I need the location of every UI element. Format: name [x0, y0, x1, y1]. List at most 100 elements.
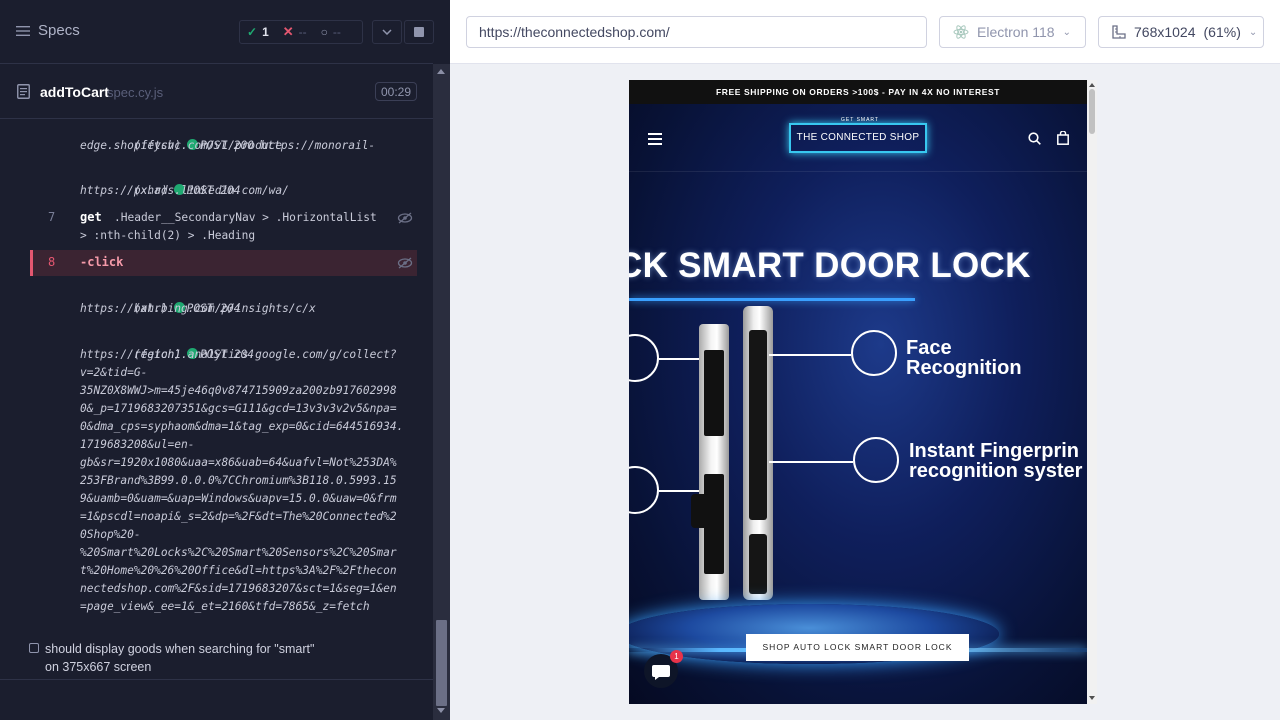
log-entry-url-line: nectedshop.com%2F&sid=1719683207&sct=1&s… [80, 582, 397, 595]
announcement-bar: FREE SHIPPING ON ORDERS >100$ - PAY IN 4… [629, 80, 1087, 104]
reporter-panel: Specs ✓ 1 ✕ -- ○ -- addToCart spec.cy.js… [0, 0, 450, 720]
specs-label: Specs [38, 22, 80, 39]
log-entry-url-line: 0&_p=1719683207351&gcs=G111&gcd=13v3v3v2… [80, 402, 397, 415]
chat-unread-badge: 1 [670, 650, 683, 663]
lock-handle [691, 494, 709, 528]
stop-button[interactable] [404, 20, 434, 44]
lock-panel [749, 330, 767, 520]
eye-off-icon [397, 212, 413, 224]
test-title[interactable]: should display goods when searching for … [45, 640, 425, 676]
app-under-test-panel: https://theconnectedshop.com/ Electron 1… [450, 0, 1280, 720]
browser-name: Electron 118 [977, 24, 1055, 40]
chevron-down-icon: ⌄ [1248, 26, 1258, 38]
logo-tagline: GET SMART [841, 117, 879, 123]
chevron-down-icon: ⌄ [1062, 26, 1071, 38]
reporter-scrollbar[interactable] [433, 64, 450, 720]
failed-stat[interactable]: ✕ -- [276, 24, 314, 40]
viewport-scale: (61%) [1203, 24, 1241, 40]
file-icon [17, 84, 30, 99]
spec-timer: 00:29 [375, 82, 417, 101]
log-entry-url-line: t%20Home%20%26%20Office&dl=https%3A%2F%2… [80, 564, 397, 577]
log-entry-url: https://px.ads.linkedin.com/wa/ [80, 184, 289, 197]
viewport-size: 768x1024 [1134, 24, 1196, 40]
feature-face-line2: Recognition [906, 357, 1022, 379]
command-selector-cont: > :nth-child(2) > .Heading [80, 229, 256, 242]
log-entry-url-line: %20Smart%20Locks%2C%20Smart%20Sensors%2C… [80, 546, 397, 559]
key-feature-icon [629, 466, 659, 514]
scrollbar-thumb[interactable] [436, 620, 447, 706]
stop-icon [414, 27, 424, 37]
scrollbar-thumb[interactable] [1089, 89, 1095, 134]
feature-face-line1: Face [906, 337, 952, 359]
specs-toggle-button[interactable]: Specs [16, 22, 80, 39]
cart-icon[interactable] [1057, 131, 1069, 145]
check-icon: ✓ [247, 25, 258, 39]
spec-name: addToCart [40, 84, 109, 100]
test-title-line2: on 375x667 screen [45, 660, 152, 674]
fingerprint-icon [853, 437, 899, 483]
log-entry-url-line: 1719683208&ul=en- [80, 438, 195, 451]
failed-count: -- [298, 25, 307, 39]
command-row-click[interactable]: 8 -click [30, 250, 417, 276]
scroll-up-arrow-icon[interactable] [1089, 83, 1095, 87]
log-entry-url-line: 0&dma_cps=syphaom&dma=1&tag_exp=0&cid=64… [80, 420, 404, 433]
website-frame: FREE SHIPPING ON ORDERS >100$ - PAY IN 4… [629, 80, 1097, 704]
face-recognition-icon [851, 330, 897, 376]
door-lock-image [743, 306, 773, 600]
shop-cta-button[interactable]: SHOP AUTO LOCK SMART DOOR LOCK [746, 634, 969, 661]
url-input[interactable]: https://theconnectedshop.com/ [466, 16, 927, 48]
pending-stat[interactable]: ○ -- [314, 25, 348, 39]
door-lock-image [699, 324, 729, 600]
log-entry-url: https://bat.bing.com/p/insights/c/x [80, 302, 316, 315]
lock-panel [704, 350, 724, 436]
log-entry-url-line: https://region1.analytics.google.com/g/c… [80, 348, 397, 361]
log-entry-url-line: =1&pscdl=noapi&_s=2&dp=%2F&dt=The%20Conn… [80, 510, 397, 523]
pending-count: -- [332, 25, 341, 39]
log-entry-url-line: 35NZ0X8WWJ>m=45je46q0v874715909za200zb91… [80, 384, 397, 397]
log-entry-url-line: 253FBrand%3B99.0.0.0%7CChromium%3B118.0.… [80, 474, 397, 487]
passed-stat[interactable]: ✓ 1 [240, 25, 276, 39]
site-logo[interactable]: GET SMART THE CONNECTED SHOP [789, 117, 927, 153]
scroll-down-arrow-icon[interactable] [437, 708, 445, 713]
scroll-down-arrow-icon[interactable] [1089, 696, 1095, 700]
electron-icon [953, 25, 969, 39]
browser-selector[interactable]: Electron 118 ⌄ [939, 16, 1086, 48]
aut-toolbar: https://theconnectedshop.com/ Electron 1… [450, 0, 1280, 64]
website-scrollbar[interactable] [1087, 80, 1097, 704]
ruler-icon [1112, 25, 1126, 39]
command-name: get [80, 210, 102, 224]
test-stats: ✓ 1 ✕ -- ○ -- [239, 20, 363, 44]
command-log: (fetch) POST 200 https://monorail- edge.s… [30, 119, 417, 621]
viewport-selector[interactable]: 768x1024 (61%) ⌄ [1098, 16, 1264, 48]
hero-section: GET SMART THE CONNECTED SHOP CK SMART DO… [629, 104, 1087, 704]
hero-title-underline [629, 298, 915, 301]
command-number: 8 [48, 255, 56, 269]
hero-title: CK SMART DOOR LOCK [629, 246, 1031, 285]
hamburger-menu-icon[interactable] [648, 133, 662, 148]
log-entry-url-line: 9&uamb=0&uam=&uap=Windows&uapv=15.0.0&ua… [80, 492, 397, 505]
eye-off-icon [397, 257, 413, 269]
log-entry-url: edge.shopifysvc.com/v1/produce [80, 139, 283, 152]
collapse-all-button[interactable] [372, 20, 402, 44]
log-entry-url-line: 0Shop%20- [80, 528, 141, 541]
connector-line [769, 461, 853, 463]
connector-line [659, 490, 699, 492]
scroll-up-arrow-icon[interactable] [437, 69, 445, 74]
command-name: -click [80, 255, 124, 269]
command-row-get[interactable]: 7 get .Header__SecondaryNav > .Horizonta… [30, 209, 417, 247]
search-icon[interactable] [1028, 132, 1041, 145]
log-entry-url-line: gb&sr=1920x1080&uaa=x86&uab=64&uafvl=Not… [80, 456, 397, 469]
list-icon [16, 25, 30, 36]
connector-line [769, 354, 851, 356]
feature-fingerprint-line1: Instant Fingerprin [909, 440, 1079, 462]
chevron-down-icon [382, 29, 392, 35]
command-number: 7 [48, 210, 56, 224]
test-pending-checkbox-icon [29, 643, 39, 653]
log-entry-url-line: v=2&tid=G- [80, 366, 148, 379]
spec-file: spec.cy.js [107, 85, 164, 100]
passed-count: 1 [262, 25, 269, 39]
feature-fingerprint-line2: recognition syster [909, 460, 1083, 482]
pending-circle-icon: ○ [320, 25, 328, 39]
x-icon: ✕ [282, 24, 294, 39]
log-entry-url-line: =page_view&_ee=1&_et=2160&tfd=7865&_z=fe… [80, 600, 370, 613]
